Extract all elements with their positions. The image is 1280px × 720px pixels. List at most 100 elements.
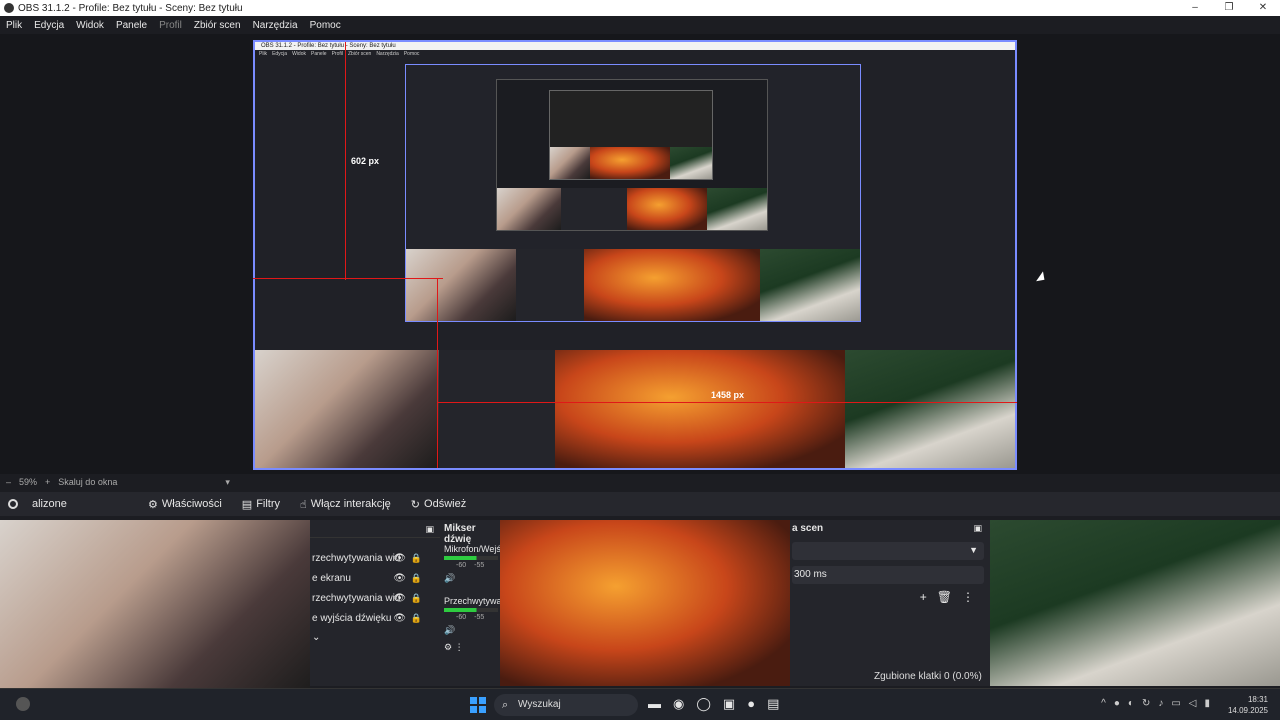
add-icon[interactable]: + bbox=[920, 590, 927, 604]
source-item-label: rzechwytywania wid bbox=[312, 552, 401, 564]
cam-thumb bbox=[760, 249, 860, 321]
start-button[interactable] bbox=[470, 697, 486, 713]
refresh-button[interactable]: ↻ Odśwież bbox=[403, 494, 474, 514]
refresh-icon[interactable]: ↻ bbox=[1142, 698, 1150, 709]
obs-icon[interactable]: ● bbox=[747, 696, 755, 712]
properties-button[interactable]: ⚙ Właściwości bbox=[140, 494, 230, 514]
minimize-button[interactable]: – bbox=[1178, 0, 1212, 16]
cam-thumb bbox=[670, 147, 712, 179]
mini-dock bbox=[516, 249, 584, 321]
menu-panele[interactable]: Panele bbox=[110, 20, 153, 31]
nested-preview-3 bbox=[496, 79, 768, 231]
mixer-title: Mikser dźwię bbox=[444, 523, 476, 545]
lock-icon[interactable]: 🔒 bbox=[411, 573, 422, 584]
menu-zbior-scen[interactable]: Zbiór scen bbox=[188, 20, 247, 31]
docks-area: ▣ rzechwytywania wid 👁 🔒 e ekranu 👁 🔒 rzec… bbox=[0, 520, 1280, 694]
lock-icon[interactable]: 🔒 bbox=[411, 593, 422, 604]
tray-app-icon[interactable]: ● bbox=[1114, 698, 1120, 709]
chevron-down-icon[interactable]: ⌄ bbox=[310, 628, 440, 647]
webcam-feed-center bbox=[500, 520, 790, 686]
selected-source: alizone bbox=[0, 498, 140, 510]
menu-bar: Plik Edycja Widok Panele Profil Zbiór sc… bbox=[0, 16, 1280, 34]
windows-taskbar: ⌕ Wyszukaj ▬ ◉ ◯ ▣ ● ▤ ^ ● ◐ ↻ ♪ ▭ ◁ ▮ 1… bbox=[0, 688, 1280, 720]
nested-menu-item: Edycja bbox=[272, 51, 288, 57]
source-item[interactable]: e ekranu 👁 🔒 bbox=[310, 568, 440, 588]
scene-preview[interactable]: OBS 31.1.2 - Profile: Bez tytułu - Sceny… bbox=[0, 34, 1280, 474]
zoom-out-button[interactable]: – bbox=[6, 477, 11, 487]
nested-obs-capture[interactable]: OBS 31.1.2 - Profile: Bez tytułu - Sceny… bbox=[253, 40, 1017, 470]
volume-icon[interactable]: 🔊 bbox=[440, 569, 502, 588]
dock-menu-icon[interactable]: ▣ bbox=[973, 523, 988, 535]
cam-thumb bbox=[497, 188, 561, 230]
clock-date: 14.09.2025 bbox=[1227, 706, 1268, 715]
mini-dock bbox=[439, 350, 555, 468]
eye-icon[interactable]: 👁 bbox=[393, 553, 406, 564]
dock-menu-icon[interactable]: ▣ bbox=[425, 524, 434, 535]
source-item[interactable]: rzechwytywania wid 👁 🔒 bbox=[310, 588, 440, 608]
taskbar-search[interactable]: ⌕ Wyszukaj bbox=[494, 694, 638, 716]
source-item[interactable]: e wyjścia dźwięku 👁 🔒 bbox=[310, 608, 440, 628]
battery-icon[interactable]: ▮ bbox=[1204, 698, 1210, 709]
menu-widok[interactable]: Widok bbox=[70, 20, 110, 31]
menu-profil[interactable]: Profil bbox=[153, 20, 188, 31]
nested-menu-item: Profil bbox=[331, 51, 343, 57]
trash-icon[interactable]: 🗑 bbox=[937, 590, 952, 604]
sources-dock: ▣ rzechwytywania wid 👁 🔒 e ekranu 👁 🔒 rzec… bbox=[310, 520, 440, 686]
eye-icon[interactable]: 👁 bbox=[393, 573, 406, 584]
display-icon[interactable]: ▭ bbox=[1171, 698, 1180, 709]
widgets-icon[interactable] bbox=[16, 697, 30, 711]
app-icon[interactable]: ▣ bbox=[723, 696, 735, 712]
nested-cam-strip-4 bbox=[550, 147, 712, 179]
zoom-level: 59% bbox=[19, 477, 38, 487]
opera-icon[interactable]: ◯ bbox=[696, 696, 711, 712]
mixer-settings-icon[interactable]: ⚙ ⋮ bbox=[440, 640, 502, 655]
nested-menu-item: Widok bbox=[292, 51, 306, 57]
mixer-track-name: Przechwytywa bbox=[444, 596, 502, 606]
transition-actions: + 🗑 ⋮ bbox=[920, 590, 974, 604]
chevron-up-icon[interactable]: ^ bbox=[1101, 698, 1106, 709]
cam-thumb bbox=[627, 188, 707, 230]
menu-narzedzia[interactable]: Narzędzia bbox=[247, 20, 304, 31]
audio-meter bbox=[444, 608, 498, 612]
source-type-icon bbox=[8, 499, 18, 509]
zoom-mode[interactable]: Skaluj do okna bbox=[58, 477, 117, 487]
eye-icon[interactable]: 👁 bbox=[393, 593, 406, 604]
transition-select[interactable]: ▼ bbox=[792, 542, 984, 560]
taskbar-clock[interactable]: 18:31 14.09.2025 bbox=[1228, 694, 1268, 716]
source-item[interactable]: rzechwytywania wid 👁 🔒 bbox=[310, 548, 440, 568]
file-explorer-icon[interactable]: ▬ bbox=[648, 696, 661, 712]
eye-icon[interactable]: 👁 bbox=[393, 613, 406, 624]
nested-menubar: Plik Edycja Widok Panele Profil Zbiór sc… bbox=[255, 50, 1015, 58]
zoom-in-button[interactable]: + bbox=[45, 477, 50, 487]
nested-menu-item: Plik bbox=[259, 51, 268, 57]
nested-menu-item: Zbiór scen bbox=[347, 51, 372, 57]
notes-icon[interactable]: ▤ bbox=[767, 696, 779, 712]
source-toolbar: alizone ⚙ Właściwości ▤ Filtry ☝ Włącz i… bbox=[0, 492, 1280, 516]
network-icon[interactable]: ◐ bbox=[1128, 698, 1134, 709]
gear-icon: ⚙ bbox=[148, 498, 158, 511]
close-button[interactable]: ✕ bbox=[1246, 0, 1280, 16]
nested-menu-item: Panele bbox=[310, 51, 327, 57]
transition-duration[interactable]: 300 ms bbox=[792, 566, 984, 584]
window-controls: – ❐ ✕ bbox=[1178, 0, 1280, 16]
mic-icon[interactable]: ♪ bbox=[1158, 698, 1163, 709]
dimension-label-height: 602 px bbox=[351, 156, 380, 166]
system-tray: ^ ● ◐ ↻ ♪ ▭ ◁ ▮ bbox=[1101, 698, 1210, 709]
scale-tick: -55 bbox=[474, 562, 485, 569]
maximize-button[interactable]: ❐ bbox=[1212, 0, 1246, 16]
zoom-dropdown-icon[interactable]: ▾ bbox=[225, 477, 230, 488]
menu-plik[interactable]: Plik bbox=[0, 20, 28, 31]
menu-edycja[interactable]: Edycja bbox=[28, 20, 70, 31]
lock-icon[interactable]: 🔒 bbox=[411, 613, 422, 624]
volume-icon[interactable]: 🔊 bbox=[440, 621, 502, 640]
sources-dock-header: ▣ bbox=[310, 520, 440, 538]
filters-button[interactable]: ▤ Filtry bbox=[234, 494, 288, 514]
discord-icon[interactable]: ◉ bbox=[673, 696, 684, 712]
source-name: alizone bbox=[32, 498, 67, 510]
speaker-icon[interactable]: ◁ bbox=[1189, 698, 1197, 709]
more-icon[interactable]: ⋮ bbox=[962, 590, 974, 604]
menu-pomoc[interactable]: Pomoc bbox=[304, 20, 347, 31]
lock-icon[interactable]: 🔒 bbox=[411, 553, 422, 564]
window-titlebar: OBS 31.1.2 - Profile: Bez tytułu - Sceny… bbox=[0, 0, 1280, 16]
interact-button[interactable]: ☝ Włącz interakcję bbox=[292, 494, 399, 514]
